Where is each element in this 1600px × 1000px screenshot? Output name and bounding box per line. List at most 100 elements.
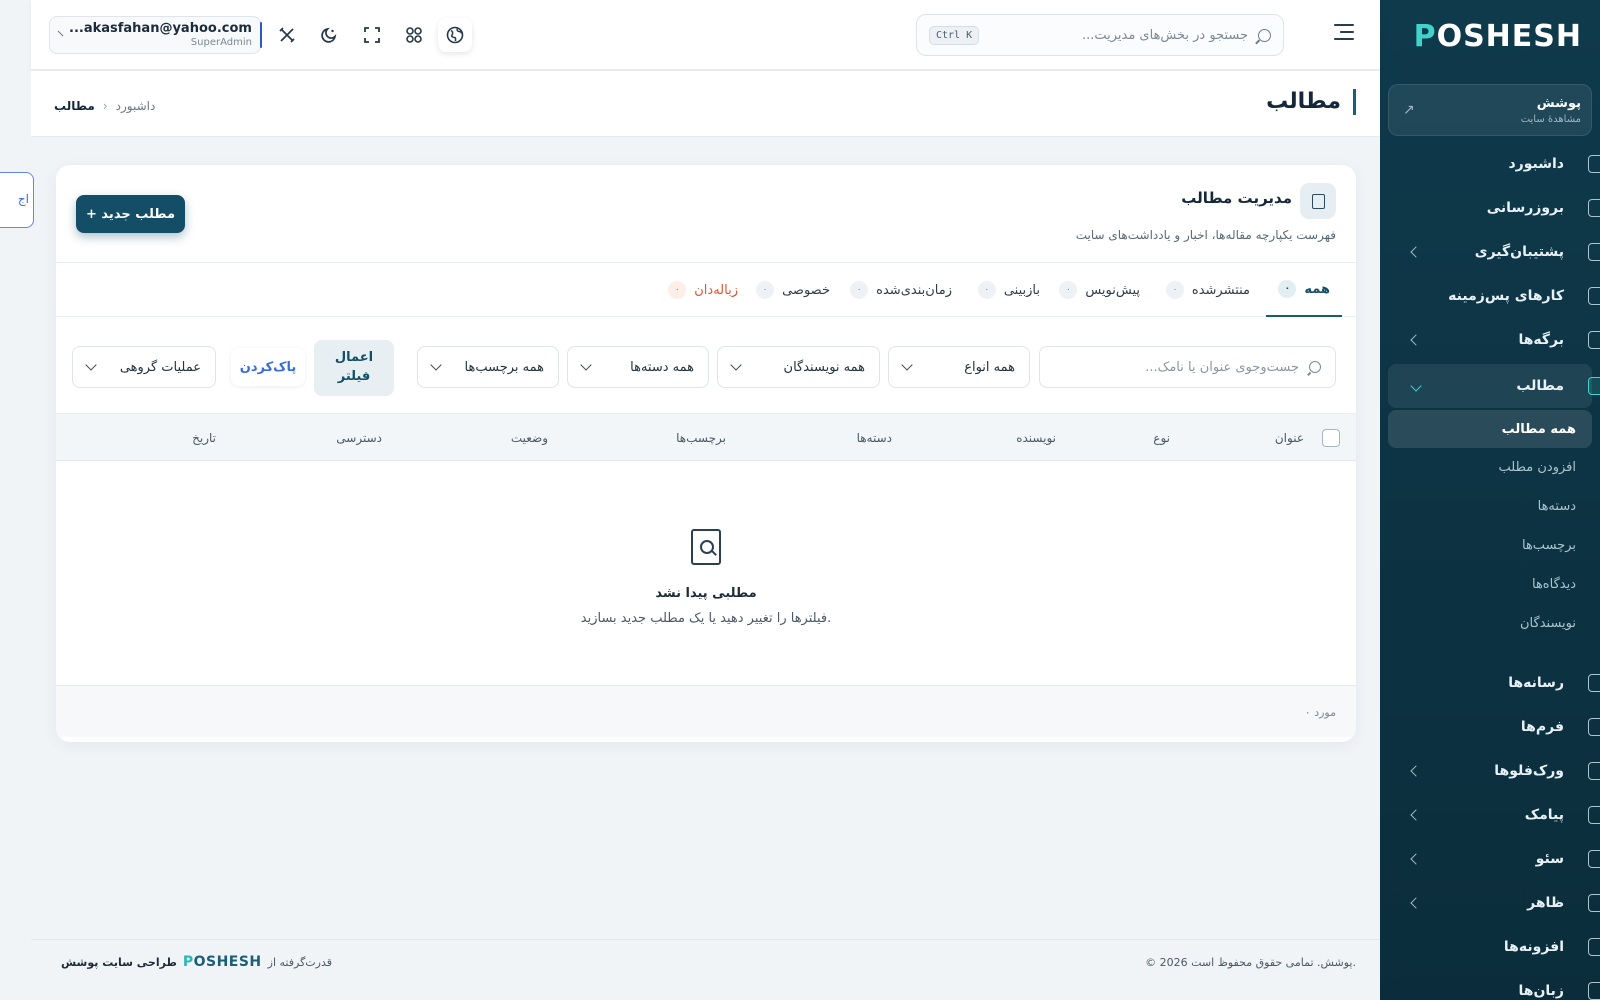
tab-trash[interactable]: زباله‌دان ۰ — [656, 263, 750, 317]
sidebar-item-sms[interactable]: پیامک — [1388, 793, 1600, 837]
submenu-authors[interactable]: نویسندگان — [1388, 604, 1592, 643]
tab-scheduled[interactable]: زمان‌بندی‌شده ۰ — [838, 263, 964, 317]
submenu-comments[interactable]: دیدگاه‌ها — [1388, 565, 1592, 604]
logo-text: OSHESH — [1436, 18, 1582, 54]
globe-icon[interactable] — [438, 18, 472, 52]
column-date[interactable]: تاریخ — [192, 431, 216, 445]
submenu-all-posts[interactable]: همه مطالب — [1388, 410, 1592, 448]
tools-icon[interactable] — [270, 18, 304, 52]
tab-all[interactable]: همه ۰ — [1266, 263, 1342, 317]
tab-label: منتشرشده — [1191, 282, 1250, 298]
puzzle-icon — [1588, 938, 1600, 956]
tab-count: ۰ — [1278, 280, 1297, 298]
form-icon — [1588, 718, 1600, 736]
image-icon — [1588, 674, 1600, 692]
author-select[interactable]: همه نویسندگان — [717, 346, 880, 388]
bulk-actions-select[interactable]: عملیات گروهی — [72, 346, 216, 388]
message-icon — [1588, 806, 1600, 824]
partially-hidden-button[interactable]: اج — [0, 172, 34, 228]
column-type[interactable]: نوع — [1153, 431, 1170, 445]
bulk-actions-value: عملیات گروهی — [119, 359, 201, 375]
type-select[interactable]: همه انواع — [888, 346, 1030, 388]
posts-icon — [1588, 377, 1600, 395]
shield-icon — [1588, 243, 1600, 261]
tab-private[interactable]: خصوصی ۰ — [744, 263, 842, 317]
tab-count: ۰ — [1059, 281, 1078, 299]
view-site-card[interactable]: پوشش مشاهدهٔ سایت ↗ — [1388, 84, 1592, 136]
submenu-add-post[interactable]: افزودن مطلب — [1388, 448, 1592, 487]
credit-label[interactable]: طراحی سایت پوشش — [61, 956, 177, 969]
theme-icon[interactable] — [312, 18, 346, 52]
site-name: پوشش — [1536, 95, 1581, 111]
dashboard-icon — [1588, 155, 1600, 173]
new-post-button[interactable]: + مطلب جدید — [76, 195, 185, 233]
sidebar-item-appearance[interactable]: ظاهر — [1388, 881, 1600, 925]
workflow-icon — [1588, 762, 1600, 780]
search-icon — [1258, 28, 1271, 42]
category-select[interactable]: همه دسته‌ها — [567, 346, 709, 388]
brand-logo[interactable]: POSHESH — [1380, 0, 1600, 72]
sidebar-item-label: رسانه‌ها — [1508, 675, 1564, 691]
tab-draft[interactable]: پیش‌نویس ۰ — [1047, 263, 1152, 317]
chevron-down-icon — [730, 359, 742, 371]
menu-icon[interactable] — [1334, 24, 1354, 40]
select-all-checkbox[interactable] — [1322, 429, 1340, 447]
sidebar-item-backup[interactable]: پشتیبان‌گیری — [1388, 230, 1600, 274]
sidebar-item-label: سئو — [1535, 851, 1564, 867]
tab-count: ۰ — [1165, 281, 1184, 299]
apply-filter-button[interactable]: اعمال فیلتر — [314, 340, 394, 396]
chevron-down-icon — [85, 359, 97, 371]
sidebar-item-dashboard[interactable]: داشبورد — [1388, 142, 1600, 186]
sidebar-item-label: پیامک — [1524, 807, 1564, 823]
user-role: SuperAdmin — [190, 36, 252, 48]
sidebar-item-media[interactable]: رسانه‌ها — [1388, 661, 1600, 705]
powered-by: قدرت‌گرفته از — [267, 955, 333, 969]
tab-count: ۰ — [668, 281, 687, 299]
tab-label: خصوصی — [782, 282, 830, 298]
column-title[interactable]: عنوان — [1275, 431, 1304, 445]
breadcrumb-current: مطالب — [54, 99, 95, 113]
sidebar-item-label: مطالب — [1516, 378, 1564, 394]
table-header: عنوان نوع نویسنده دسته‌ها برچسب‌ها وضعیت… — [56, 413, 1356, 461]
user-menu[interactable]: ...akasfahan@yahoo.com SuperAdmin — [49, 16, 262, 54]
sidebar-item-label: پشتیبان‌گیری — [1474, 244, 1564, 260]
tag-select[interactable]: همه برچسب‌ها — [417, 346, 559, 388]
category-select-value: همه دسته‌ها — [630, 359, 694, 375]
search-placeholder: جست‌وجوی عنوان یا نامک... — [1145, 359, 1299, 375]
sidebar-item-posts[interactable]: مطالب — [1388, 364, 1600, 408]
apps-icon[interactable] — [397, 18, 431, 52]
global-search-input[interactable]: جستجو در بخش‌های مدیریت... Ctrl K — [916, 14, 1284, 56]
sidebar-item-pages[interactable]: برگه‌ها — [1388, 318, 1600, 362]
sidebar-item-forms[interactable]: فرم‌ها — [1388, 705, 1600, 749]
column-status[interactable]: وضعیت — [511, 431, 548, 445]
page-footer: © 2026 پوشش. تمامی حقوق محفوظ است. طراحی… — [31, 939, 1380, 987]
footer-logo-text: OSHESH — [193, 954, 262, 970]
tab-published[interactable]: منتشرشده ۰ — [1154, 263, 1262, 317]
column-author[interactable]: نویسنده — [1016, 431, 1056, 445]
copyright: © 2026 پوشش. تمامی حقوق محفوظ است. — [1145, 956, 1356, 969]
sidebar-item-workflows[interactable]: ورک‌فلوها — [1388, 749, 1600, 793]
sidebar-item-label: بروزرسانی — [1486, 200, 1564, 216]
sidebar-item-seo[interactable]: سئو — [1388, 837, 1600, 881]
clear-filter-button[interactable]: پاک‌کردن — [231, 348, 305, 386]
card-subtitle: فهرست یکپارچه مقاله‌ها، اخبار و یادداشت‌… — [1075, 228, 1336, 242]
fullscreen-icon[interactable] — [355, 18, 389, 52]
breadcrumb-dashboard[interactable]: داشبورد — [116, 99, 156, 113]
sidebar-item-background-jobs[interactable]: کارهای پس‌زمینه — [1388, 274, 1600, 318]
submenu-tags[interactable]: برچسب‌ها — [1388, 526, 1592, 565]
column-categories[interactable]: دسته‌ها — [857, 431, 892, 445]
sidebar-item-plugins[interactable]: افزونه‌ها — [1388, 925, 1600, 969]
sidebar-item-languages[interactable]: زبان‌ها — [1388, 969, 1600, 1000]
tab-review[interactable]: بازبینی ۰ — [966, 263, 1052, 317]
page-title: مطالب — [1266, 89, 1356, 115]
column-tags[interactable]: برچسب‌ها — [676, 431, 726, 445]
column-access[interactable]: دسترسی — [336, 431, 382, 445]
sidebar-nav: داشبورد بروزرسانی پشتیبان‌گیری کارهای پس… — [1380, 142, 1600, 408]
submenu-categories[interactable]: دسته‌ها — [1388, 487, 1592, 526]
sidebar-item-updates[interactable]: بروزرسانی — [1388, 186, 1600, 230]
tab-count: ۰ — [850, 281, 869, 299]
sidebar-item-label: ظاهر — [1527, 895, 1564, 911]
sidebar-nav-bottom: رسانه‌ها فرم‌ها ورک‌فلوها پیامک سئو ظاهر… — [1380, 661, 1600, 1000]
post-search-input[interactable]: جست‌وجوی عنوان یا نامک... — [1039, 346, 1336, 388]
footer-logo[interactable]: POSHESH — [183, 954, 262, 970]
